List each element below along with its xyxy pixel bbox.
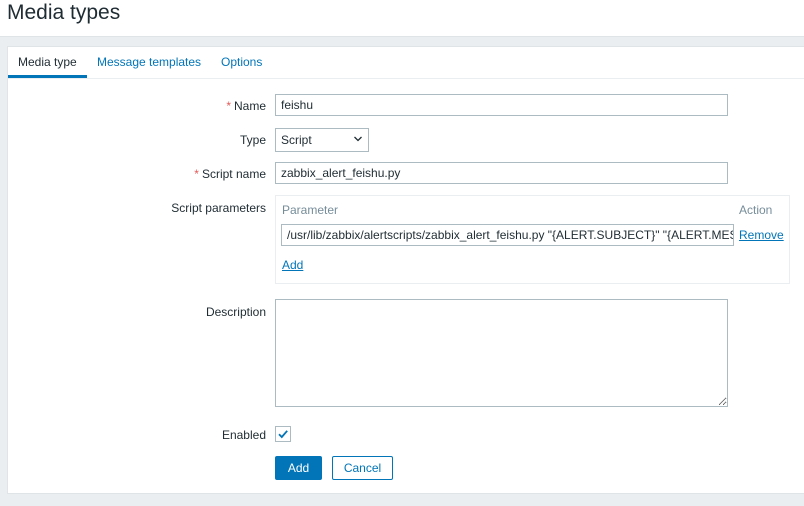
script-name-label: * Script name xyxy=(8,167,266,181)
script-parameters-label: Script parameters xyxy=(171,201,266,215)
add-button[interactable]: Add xyxy=(275,456,322,480)
action-column-header: Action xyxy=(739,203,773,217)
page-title: Media types xyxy=(7,1,121,24)
script-parameter-input[interactable]: /usr/lib/zabbix/alertscripts/zabbix_aler… xyxy=(281,224,734,246)
tab-bar: Media type Message templates Options xyxy=(8,47,804,79)
remove-parameter-link[interactable]: Remove xyxy=(739,228,784,242)
description-textarea[interactable] xyxy=(275,299,728,407)
page-header: Media types xyxy=(0,0,804,37)
chevron-down-icon xyxy=(354,136,362,142)
script-name-label-text: Script name xyxy=(201,167,266,181)
enabled-label: Enabled xyxy=(221,428,266,442)
name-input[interactable]: feishu xyxy=(275,94,728,116)
required-marker: * xyxy=(226,99,231,113)
tab-options[interactable]: Options xyxy=(211,47,272,77)
description-label: Description xyxy=(205,305,266,319)
script-parameters-table: Parameter Action /usr/lib/zabbix/alertsc… xyxy=(275,195,790,284)
tab-message-templates[interactable]: Message templates xyxy=(87,47,211,77)
parameter-column-header: Parameter xyxy=(282,203,339,217)
checkmark-icon xyxy=(278,430,288,439)
tab-media-type[interactable]: Media type xyxy=(8,47,87,78)
type-select-value: Script xyxy=(281,133,312,147)
enabled-checkbox[interactable] xyxy=(275,426,291,442)
type-select[interactable]: Script xyxy=(275,128,369,152)
name-label-text: Name xyxy=(233,99,266,113)
required-marker: * xyxy=(194,167,199,181)
script-name-input[interactable]: zabbix_alert_feishu.py xyxy=(275,162,728,184)
cancel-button[interactable]: Cancel xyxy=(332,456,393,480)
add-parameter-link[interactable]: Add xyxy=(282,258,303,272)
name-label: * Name xyxy=(8,99,266,113)
type-label: Type xyxy=(239,133,266,147)
form-panel: Media type Message templates Options * Na… xyxy=(7,46,804,494)
